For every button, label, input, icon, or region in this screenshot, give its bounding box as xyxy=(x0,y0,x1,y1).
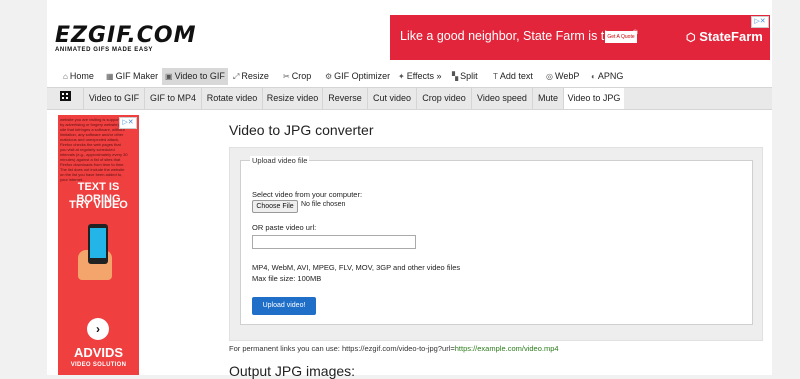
logo-text: EZGIF.COM xyxy=(55,23,197,48)
split-icon: ▚ xyxy=(452,72,459,81)
resize-icon: ⤢ xyxy=(233,72,240,81)
arrow-right-icon[interactable]: › xyxy=(87,318,109,340)
paste-url-label: OR paste video url: xyxy=(252,223,317,232)
max-file-size-text: Max file size: 100MB xyxy=(252,274,322,283)
upload-panel: Upload video file Select video from your… xyxy=(229,147,763,341)
ad-quote-button[interactable]: Get A Quote xyxy=(605,31,637,43)
subnav-video-speed[interactable]: Video speed xyxy=(471,88,532,109)
subnav-video-to-jpg[interactable]: Video to JPG xyxy=(563,88,624,109)
nav-gif-maker[interactable]: ▦ GIF Maker xyxy=(103,68,161,85)
sub-navigation: Video to GIF GIF to MP4 Rotate video Res… xyxy=(47,87,772,110)
page-container: EZGIF.COM ANIMATED GIFS MADE EASY Like a… xyxy=(47,0,772,379)
ad-brand-sub: VIDEO SOLUTION xyxy=(70,362,127,368)
ad-brand: ADVIDS xyxy=(73,345,124,360)
apng-icon: ◐ xyxy=(591,72,596,81)
subnav-gif-to-mp4[interactable]: GIF to MP4 xyxy=(144,88,201,109)
ad-slogan: Like a good neighbor, State Farm is ther… xyxy=(400,29,638,43)
adchoices-icon[interactable]: ▷✕ xyxy=(119,117,137,129)
state-farm-logo-icon: ⬡ xyxy=(686,32,696,44)
subnav-mute[interactable]: Mute xyxy=(532,88,563,109)
example-url-link[interactable]: https://example.com/video.mp4 xyxy=(455,344,559,353)
adchoices-icon[interactable]: ▷✕ xyxy=(751,16,769,28)
select-file-label: Select video from your computer: xyxy=(252,190,363,199)
nav-crop[interactable]: ✂ Crop xyxy=(280,68,314,85)
upload-fieldset: Upload video file Select video from your… xyxy=(240,156,753,325)
crop-icon: ✂ xyxy=(283,72,290,81)
subnav-cut-video[interactable]: Cut video xyxy=(367,88,416,109)
nav-split[interactable]: ▚ Split xyxy=(449,68,481,85)
subnav-resize-video[interactable]: Resize video xyxy=(262,88,322,109)
page-title: Video to JPG converter xyxy=(229,122,374,138)
home-icon: ⌂ xyxy=(63,72,68,81)
nav-add-text[interactable]: T Add text xyxy=(490,68,536,85)
subnav-rotate-video[interactable]: Rotate video xyxy=(201,88,262,109)
top-advertisement[interactable]: Like a good neighbor, State Farm is ther… xyxy=(390,15,770,60)
video-icon: ▣ xyxy=(165,72,173,81)
video-url-input[interactable] xyxy=(252,235,416,249)
film-icon xyxy=(60,91,71,101)
ad-headline-2: TRY VIDEO xyxy=(69,199,128,211)
nav-video-to-gif[interactable]: ▣ Video to GIF xyxy=(162,68,228,85)
choose-file-button[interactable]: Choose File xyxy=(252,200,298,213)
nav-home[interactable]: ⌂ Home xyxy=(60,68,97,85)
ad-brand: ⬡ StateFarm xyxy=(686,29,763,44)
nav-apng[interactable]: ◐ APNG xyxy=(588,68,626,85)
main-navigation: ⌂ Home ▦ GIF Maker ▣ Video to GIF ⤢ Resize ✂… xyxy=(47,68,772,86)
optimizer-icon: ⚙ xyxy=(325,72,333,81)
site-logo[interactable]: EZGIF.COM ANIMATED GIFS MADE EASY xyxy=(55,23,197,54)
upload-legend: Upload video file xyxy=(250,156,310,165)
no-file-text: No file chosen xyxy=(301,201,346,208)
text-icon: T xyxy=(493,72,498,81)
ad-blurred-text: website you are visiting is supported by… xyxy=(60,117,128,182)
effects-icon: ✦ xyxy=(398,72,405,81)
upload-video-button[interactable]: Upload video! xyxy=(252,297,316,315)
webp-icon: ◎ xyxy=(546,72,553,81)
subnav-reverse[interactable]: Reverse xyxy=(322,88,367,109)
phone-icon xyxy=(88,224,108,264)
nav-effects[interactable]: ✦ Effects » xyxy=(395,68,445,85)
permanent-link-note: For permanent links you can use: https:/… xyxy=(229,344,559,353)
subnav-crop-video[interactable]: Crop video xyxy=(416,88,471,109)
supported-formats-text: MP4, WebM, AVI, MPEG, FLV, MOV, 3GP and … xyxy=(252,263,461,272)
subnav-video-to-gif[interactable]: Video to GIF xyxy=(83,88,144,109)
nav-gif-optimizer[interactable]: ⚙ GIF Optimizer xyxy=(322,68,393,85)
gif-maker-icon: ▦ xyxy=(106,72,114,81)
nav-resize[interactable]: ⤢ Resize xyxy=(230,68,272,85)
nav-webp[interactable]: ◎ WebP xyxy=(543,68,582,85)
side-advertisement[interactable]: website you are visiting is supported by… xyxy=(58,115,139,375)
output-title: Output JPG images: xyxy=(229,363,356,379)
